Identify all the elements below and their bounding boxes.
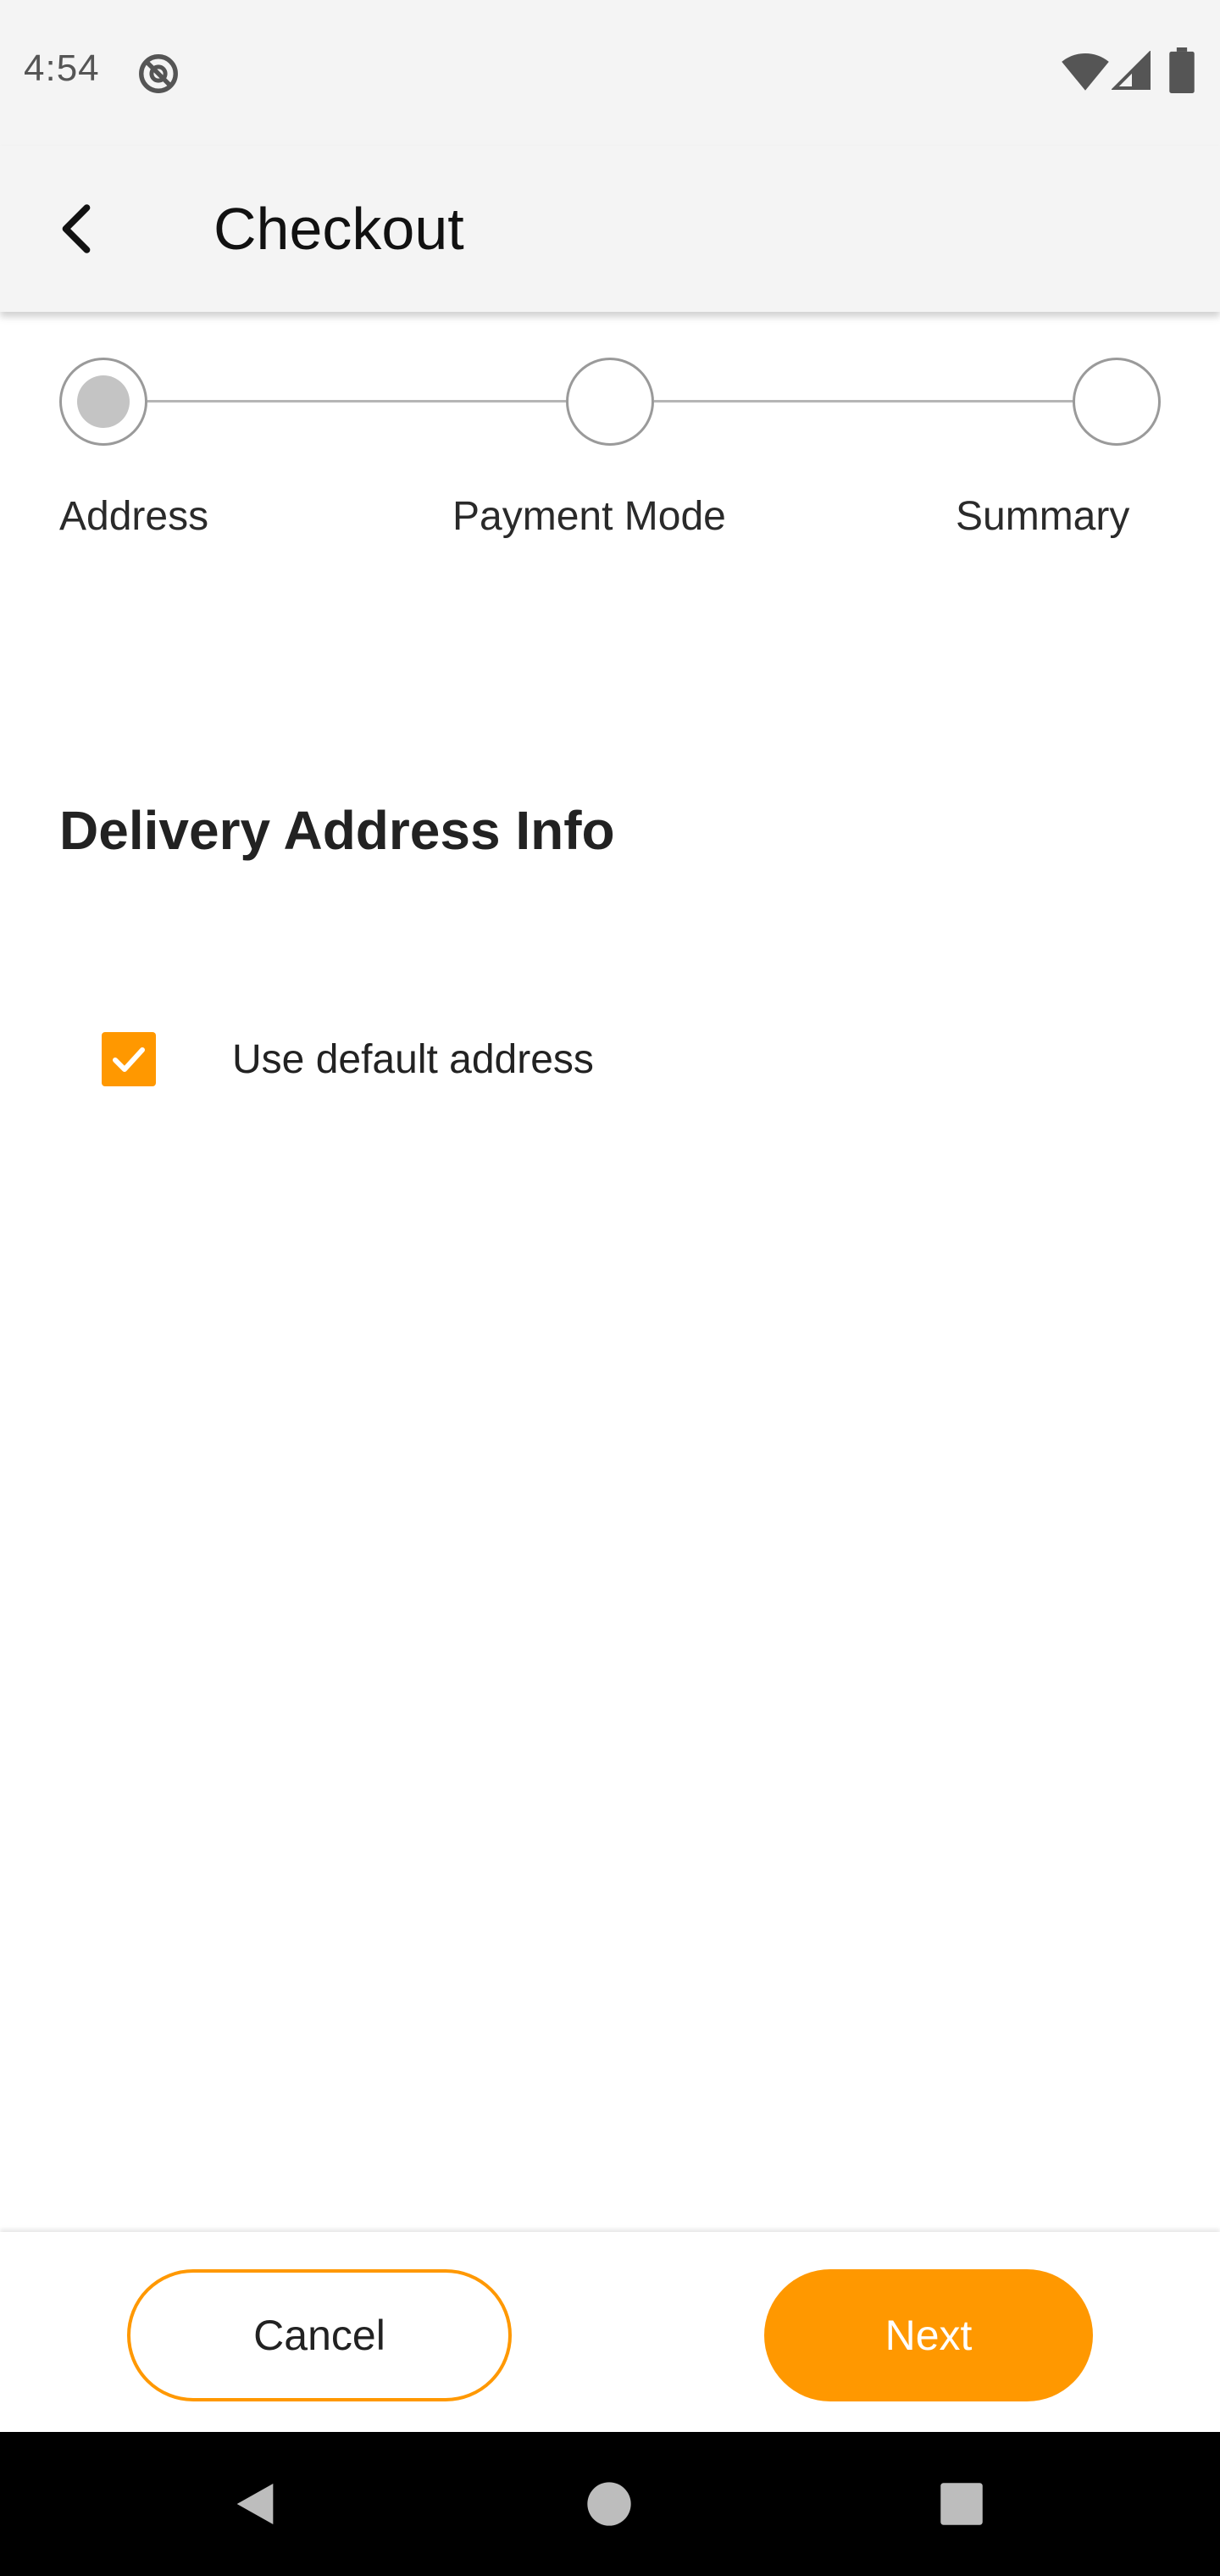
do-not-disturb-icon: [139, 54, 178, 93]
status-bar: 4:54: [0, 0, 1220, 146]
signal-icon: [1112, 51, 1151, 90]
recents-square-icon: [940, 2483, 983, 2525]
status-time: 4:54: [24, 47, 100, 89]
system-navigation-bar: [0, 2432, 1220, 2576]
wifi-icon: [1062, 53, 1109, 91]
back-button[interactable]: [34, 186, 119, 271]
next-button[interactable]: Next: [764, 2269, 1093, 2401]
bottom-action-bar: Cancel Next: [0, 2232, 1220, 2432]
home-circle-icon: [587, 2482, 631, 2526]
app-bar: Checkout: [0, 146, 1220, 312]
use-default-address-checkbox[interactable]: Use default address: [102, 1025, 594, 1093]
checkbox-checked[interactable]: [102, 1032, 156, 1086]
checkout-stepper: Address Payment Mode Summary: [0, 312, 1220, 566]
step-connector: [147, 400, 568, 402]
step-label-summary: Summary: [956, 494, 1130, 539]
step-summary-indicator[interactable]: [1073, 358, 1161, 446]
step-address-indicator[interactable]: [59, 358, 147, 446]
cancel-button[interactable]: Cancel: [127, 2269, 512, 2401]
chevron-left-icon: [62, 204, 91, 253]
step-label-payment-mode: Payment Mode: [452, 494, 726, 539]
step-connector: [654, 400, 1074, 402]
checkbox-label: Use default address: [232, 1036, 594, 1082]
back-triangle-icon: [236, 2484, 274, 2524]
nav-back-button[interactable]: [217, 2466, 293, 2542]
checkout-screen: 4:54 Checkout Address Payment Mode Summa…: [0, 0, 1220, 2576]
battery-icon: [1169, 47, 1195, 93]
page-title: Checkout: [214, 196, 464, 262]
nav-home-button[interactable]: [571, 2466, 647, 2542]
step-label-address: Address: [59, 494, 209, 539]
current-step-dot: [77, 375, 130, 428]
section-title: Delivery Address Info: [59, 800, 615, 861]
checkmark-icon: [113, 1047, 145, 1072]
step-payment-mode-indicator[interactable]: [566, 358, 654, 446]
nav-recents-button[interactable]: [923, 2466, 1000, 2542]
